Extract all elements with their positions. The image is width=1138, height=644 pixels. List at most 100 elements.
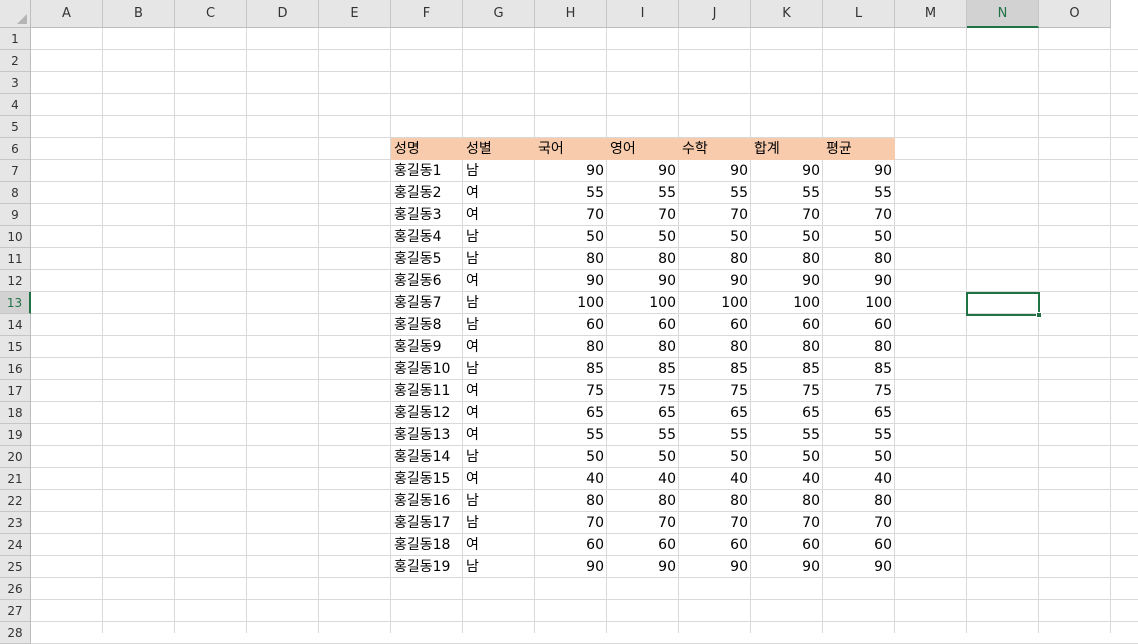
table-cell[interactable]: 80 xyxy=(607,336,679,358)
table-cell[interactable]: 55 xyxy=(535,182,607,204)
table-cell[interactable]: 80 xyxy=(535,490,607,512)
table-cell[interactable]: 80 xyxy=(535,248,607,270)
table-cell[interactable]: 90 xyxy=(823,270,895,292)
column-header-l[interactable]: L xyxy=(823,0,895,28)
table-cell[interactable]: 85 xyxy=(751,358,823,380)
table-cell[interactable]: 홍길동11 xyxy=(391,380,463,402)
table-cell[interactable]: 55 xyxy=(751,424,823,446)
row-header-7[interactable]: 7 xyxy=(0,160,31,182)
table-cell[interactable]: 50 xyxy=(535,226,607,248)
table-cell[interactable]: 홍길동19 xyxy=(391,556,463,578)
table-cell[interactable]: 75 xyxy=(751,380,823,402)
table-cell[interactable]: 홍길동2 xyxy=(391,182,463,204)
table-cell[interactable]: 홍길동4 xyxy=(391,226,463,248)
table-cell[interactable]: 홍길동8 xyxy=(391,314,463,336)
row-header-27[interactable]: 27 xyxy=(0,600,31,622)
table-cell[interactable]: 60 xyxy=(607,314,679,336)
table-cell[interactable]: 90 xyxy=(751,160,823,182)
table-cell[interactable]: 70 xyxy=(823,204,895,226)
column-header-c[interactable]: C xyxy=(175,0,247,28)
table-cell[interactable]: 여 xyxy=(463,534,535,556)
row-header-11[interactable]: 11 xyxy=(0,248,31,270)
column-header-k[interactable]: K xyxy=(751,0,823,28)
table-cell[interactable]: 40 xyxy=(607,468,679,490)
row-header-13[interactable]: 13 xyxy=(0,292,31,314)
table-cell[interactable]: 60 xyxy=(823,534,895,556)
column-header-o[interactable]: O xyxy=(1039,0,1111,28)
table-cell[interactable]: 여 xyxy=(463,182,535,204)
table-cell[interactable]: 홍길동17 xyxy=(391,512,463,534)
table-cell[interactable]: 여 xyxy=(463,336,535,358)
table-cell[interactable]: 90 xyxy=(751,556,823,578)
table-cell[interactable]: 50 xyxy=(679,226,751,248)
table-cell[interactable]: 90 xyxy=(607,160,679,182)
table-cell[interactable]: 남 xyxy=(463,358,535,380)
row-header-9[interactable]: 9 xyxy=(0,204,31,226)
fill-handle[interactable] xyxy=(1036,312,1042,318)
table-cell[interactable]: 70 xyxy=(535,204,607,226)
table-header-cell[interactable]: 성명 xyxy=(391,138,463,160)
table-cell[interactable]: 85 xyxy=(607,358,679,380)
table-cell[interactable]: 55 xyxy=(823,424,895,446)
column-header-j[interactable]: J xyxy=(679,0,751,28)
table-cell[interactable]: 60 xyxy=(607,534,679,556)
row-header-24[interactable]: 24 xyxy=(0,534,31,556)
table-cell[interactable]: 60 xyxy=(823,314,895,336)
table-cell[interactable]: 70 xyxy=(679,204,751,226)
table-header-cell[interactable]: 합계 xyxy=(751,138,823,160)
table-cell[interactable]: 90 xyxy=(751,270,823,292)
column-header-f[interactable]: F xyxy=(391,0,463,28)
row-header-15[interactable]: 15 xyxy=(0,336,31,358)
table-cell[interactable]: 65 xyxy=(535,402,607,424)
table-cell[interactable]: 55 xyxy=(751,182,823,204)
table-cell[interactable]: 여 xyxy=(463,270,535,292)
table-cell[interactable]: 홍길동6 xyxy=(391,270,463,292)
table-header-cell[interactable]: 영어 xyxy=(607,138,679,160)
row-header-8[interactable]: 8 xyxy=(0,182,31,204)
table-cell[interactable]: 90 xyxy=(679,556,751,578)
column-header-h[interactable]: H xyxy=(535,0,607,28)
row-header-2[interactable]: 2 xyxy=(0,50,31,72)
table-cell[interactable]: 55 xyxy=(823,182,895,204)
table-cell[interactable]: 홍길동7 xyxy=(391,292,463,314)
table-cell[interactable]: 여 xyxy=(463,204,535,226)
table-cell[interactable]: 75 xyxy=(535,380,607,402)
row-header-3[interactable]: 3 xyxy=(0,72,31,94)
row-header-21[interactable]: 21 xyxy=(0,468,31,490)
table-header-cell[interactable]: 수학 xyxy=(679,138,751,160)
table-cell[interactable]: 65 xyxy=(751,402,823,424)
table-cell[interactable]: 남 xyxy=(463,490,535,512)
table-cell[interactable]: 50 xyxy=(823,446,895,468)
table-header-cell[interactable]: 국어 xyxy=(535,138,607,160)
table-cell[interactable]: 남 xyxy=(463,292,535,314)
table-cell[interactable]: 85 xyxy=(535,358,607,380)
table-cell[interactable]: 남 xyxy=(463,446,535,468)
row-header-18[interactable]: 18 xyxy=(0,402,31,424)
table-cell[interactable]: 90 xyxy=(679,160,751,182)
table-cell[interactable]: 55 xyxy=(679,182,751,204)
table-cell[interactable]: 40 xyxy=(751,468,823,490)
row-header-1[interactable]: 1 xyxy=(0,28,31,50)
active-cell-selection[interactable] xyxy=(966,292,1040,316)
column-header-i[interactable]: I xyxy=(607,0,679,28)
table-cell[interactable]: 60 xyxy=(679,314,751,336)
table-cell[interactable]: 65 xyxy=(679,402,751,424)
table-cell[interactable]: 40 xyxy=(535,468,607,490)
row-header-28[interactable]: 28 xyxy=(0,622,31,644)
table-cell[interactable]: 남 xyxy=(463,512,535,534)
row-header-19[interactable]: 19 xyxy=(0,424,31,446)
table-cell[interactable]: 홍길동15 xyxy=(391,468,463,490)
table-cell[interactable]: 80 xyxy=(823,336,895,358)
table-cell[interactable]: 80 xyxy=(751,248,823,270)
table-cell[interactable]: 60 xyxy=(679,534,751,556)
table-cell[interactable]: 100 xyxy=(751,292,823,314)
table-cell[interactable]: 남 xyxy=(463,314,535,336)
table-cell[interactable]: 60 xyxy=(535,534,607,556)
table-cell[interactable]: 75 xyxy=(607,380,679,402)
column-header-d[interactable]: D xyxy=(247,0,319,28)
row-header-17[interactable]: 17 xyxy=(0,380,31,402)
table-cell[interactable]: 홍길동9 xyxy=(391,336,463,358)
table-cell[interactable]: 50 xyxy=(751,446,823,468)
table-header-cell[interactable]: 평균 xyxy=(823,138,895,160)
table-cell[interactable]: 90 xyxy=(535,556,607,578)
